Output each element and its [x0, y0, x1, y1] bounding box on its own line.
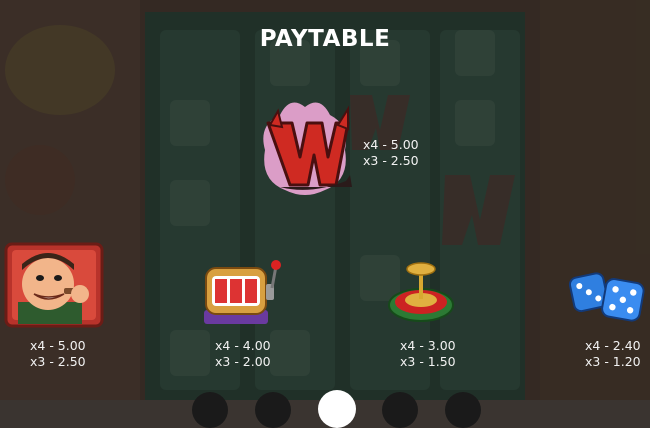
roulette-paytable: x4 - 3.00 x3 - 1.50: [400, 338, 456, 370]
blue-dice-icon: [568, 272, 645, 322]
devil-w-wild-icon: [263, 102, 352, 195]
page-indicator-dot[interactable]: [192, 392, 228, 428]
page-indicator-dot-active[interactable]: [318, 390, 356, 428]
wild-pay-x4: x4 - 5.00: [363, 137, 419, 152]
roulette-wheel-icon: [388, 262, 454, 322]
page-indicator-dot[interactable]: [382, 392, 418, 428]
vinnie-pay-x4: x4 - 5.00: [30, 338, 86, 353]
page-indicator-dot[interactable]: [255, 392, 291, 428]
dice-pay-x3: x3 - 1.20: [585, 354, 641, 369]
roulette-pay-x3: x3 - 1.50: [400, 354, 456, 369]
wild-pay-x3: x3 - 2.50: [363, 153, 419, 168]
slot-pay-x4: x4 - 4.00: [215, 338, 271, 353]
paytable-title: PAYTABLE: [259, 26, 391, 52]
vinnie-pay-x3: x3 - 2.50: [30, 354, 86, 369]
dice-paytable: x4 - 2.40 x3 - 1.20: [585, 338, 641, 370]
vinnie-paytable: x4 - 5.00 x3 - 2.50: [30, 338, 86, 370]
roulette-pay-x4: x4 - 3.00: [400, 338, 456, 353]
slot-paytable: x4 - 4.00 x3 - 2.00: [215, 338, 271, 370]
slot-machine-icon: [204, 260, 281, 324]
vinnie-cigar-portrait-icon: [4, 242, 104, 328]
dice-pay-x4: x4 - 2.40: [585, 338, 641, 353]
page-indicator-dot[interactable]: [445, 392, 481, 428]
slot-pay-x3: x3 - 2.00: [215, 354, 271, 369]
wild-paytable: x4 - 5.00 x3 - 2.50: [363, 137, 419, 169]
